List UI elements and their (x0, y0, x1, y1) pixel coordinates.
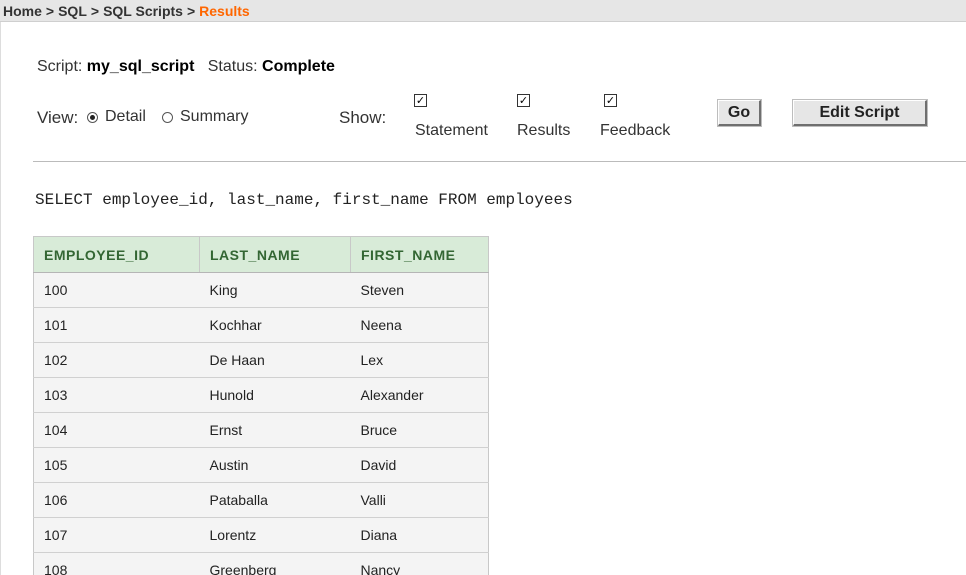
cell-last-name: Lorentz (199, 517, 351, 553)
table-row: 100 King Steven (33, 272, 489, 308)
status-value: Complete (262, 58, 335, 75)
cell-first-name: Steven (350, 272, 489, 308)
view-detail-label[interactable]: Detail (105, 108, 146, 126)
results-header-row: EMPLOYEE_ID LAST_NAME FIRST_NAME (33, 236, 489, 273)
sql-statement: SELECT employee_id, last_name, first_nam… (35, 191, 573, 209)
cell-employee-id: 107 (33, 517, 200, 553)
breadcrumb-sql-link[interactable]: SQL (58, 3, 87, 19)
table-row: 107 Lorentz Diana (33, 517, 489, 553)
cell-first-name: Bruce (350, 412, 489, 448)
cell-employee-id: 105 (33, 447, 200, 483)
breadcrumb: Home > SQL > SQL Scripts > Results (0, 0, 966, 22)
view-summary-label[interactable]: Summary (180, 108, 248, 126)
column-header-last-name: LAST_NAME (199, 236, 351, 273)
show-statement-label[interactable]: Statement (415, 122, 488, 140)
cell-last-name: De Haan (199, 342, 351, 378)
breadcrumb-separator: > (45, 3, 55, 19)
breadcrumb-separator: > (90, 3, 100, 19)
cell-first-name: Alexander (350, 377, 489, 413)
cell-last-name: Austin (199, 447, 351, 483)
table-row: 105 Austin David (33, 447, 489, 483)
script-info: Script: my_sql_script Status: Complete (37, 58, 335, 76)
cell-last-name: Ernst (199, 412, 351, 448)
show-label: Show: (339, 108, 387, 127)
cell-last-name: Greenberg (199, 552, 351, 575)
edit-script-button[interactable]: Edit Script (793, 100, 927, 126)
table-row: 106 Pataballa Valli (33, 482, 489, 518)
cell-employee-id: 101 (33, 307, 200, 343)
cell-employee-id: 108 (33, 552, 200, 575)
cell-first-name: Lex (350, 342, 489, 378)
column-header-first-name: FIRST_NAME (350, 236, 489, 273)
view-label: View: (37, 108, 79, 127)
cell-employee-id: 106 (33, 482, 200, 518)
results-table: EMPLOYEE_ID LAST_NAME FIRST_NAME 100 Kin… (33, 236, 489, 575)
show-feedback-checkbox[interactable]: ✓ (604, 94, 617, 107)
cell-first-name: Valli (350, 482, 489, 518)
cell-first-name: Diana (350, 517, 489, 553)
show-feedback-label[interactable]: Feedback (600, 122, 670, 140)
script-name: my_sql_script (86, 58, 195, 75)
table-row: 101 Kochhar Neena (33, 307, 489, 343)
script-label: Script: (37, 58, 83, 75)
cell-first-name: Nancy (350, 552, 489, 575)
view-summary-radio[interactable] (162, 112, 173, 123)
breadcrumb-current: Results (199, 3, 250, 19)
cell-first-name: David (350, 447, 489, 483)
show-results-label[interactable]: Results (517, 122, 570, 140)
cell-employee-id: 103 (33, 377, 200, 413)
view-detail-radio[interactable] (87, 112, 98, 123)
table-row: 102 De Haan Lex (33, 342, 489, 378)
divider (33, 161, 966, 162)
table-row: 108 Greenberg Nancy (33, 552, 489, 575)
options-row: View: Detail Summary Show: ✓ Statement ✓… (37, 92, 937, 148)
status-label: Status: (207, 58, 258, 75)
show-results-checkbox[interactable]: ✓ (517, 94, 530, 107)
cell-last-name: Hunold (199, 377, 351, 413)
cell-employee-id: 102 (33, 342, 200, 378)
breadcrumb-home-link[interactable]: Home (3, 3, 42, 19)
go-button[interactable]: Go (718, 100, 761, 126)
show-statement-checkbox[interactable]: ✓ (414, 94, 427, 107)
page: Home > SQL > SQL Scripts > Results Script: my_… (0, 0, 966, 575)
cell-last-name: King (199, 272, 351, 308)
table-row: 104 Ernst Bruce (33, 412, 489, 448)
cell-employee-id: 104 (33, 412, 200, 448)
table-row: 103 Hunold Alexander (33, 377, 489, 413)
cell-last-name: Pataballa (199, 482, 351, 518)
cell-last-name: Kochhar (199, 307, 351, 343)
breadcrumb-separator: > (186, 3, 196, 19)
left-border (0, 22, 1, 575)
cell-employee-id: 100 (33, 272, 200, 308)
column-header-employee-id: EMPLOYEE_ID (33, 236, 200, 273)
cell-first-name: Neena (350, 307, 489, 343)
breadcrumb-sql-scripts-link[interactable]: SQL Scripts (103, 3, 183, 19)
